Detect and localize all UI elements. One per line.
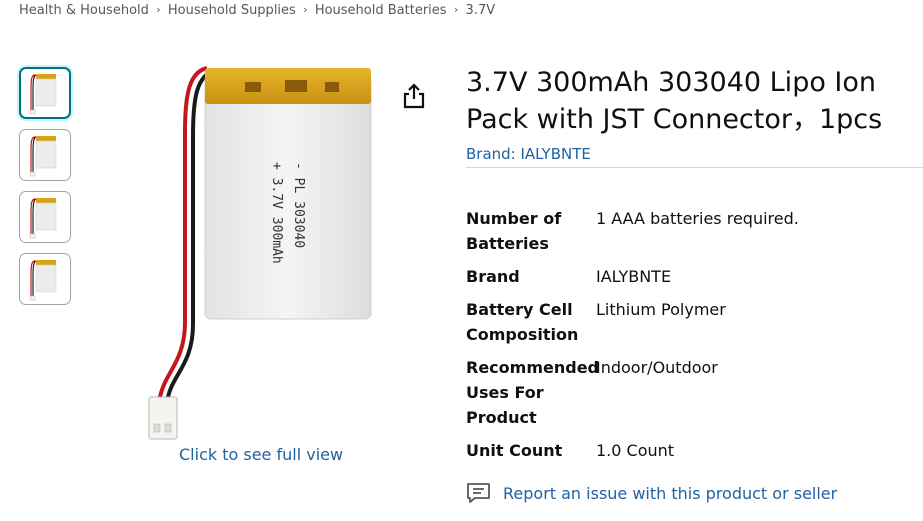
spec-value: Indoor/Outdoor — [596, 358, 718, 377]
red-wire — [158, 66, 208, 398]
battery-thumbnail-image — [29, 74, 57, 115]
thumbnail-2[interactable] — [19, 129, 71, 181]
spec-row-brand: Brand IALYBNTE — [466, 264, 906, 289]
battery-thumbnail-image — [29, 260, 57, 301]
spec-label: Unit Count — [466, 441, 563, 460]
brand-link[interactable]: Brand: IALYBNTE — [466, 145, 591, 163]
view-full-image-link[interactable]: Click to see full view — [179, 445, 343, 464]
main-product-image[interactable]: - PL 303040 + 3.7V 300mAh — [135, 62, 385, 445]
battery-thumbnail-image — [29, 136, 57, 177]
spec-label: Battery Cell Composition — [466, 300, 579, 344]
breadcrumb-item-3-7v[interactable]: 3.7V — [466, 3, 496, 18]
report-issue-link[interactable]: Report an issue with this product or sel… — [466, 481, 837, 505]
jst-connector — [148, 396, 178, 440]
thumbnail-4[interactable] — [19, 253, 71, 305]
spec-row-number-of-batteries: Number of Batteries 1 AAA batteries requ… — [466, 206, 906, 256]
spec-row-battery-cell-composition: Battery Cell Composition Lithium Polymer — [466, 297, 906, 347]
breadcrumb-item-household-batteries[interactable]: Household Batteries — [315, 3, 447, 18]
thumbnail-1[interactable] — [19, 67, 71, 119]
svg-text:- PL 303040: - PL 303040 — [291, 162, 306, 248]
divider — [466, 167, 923, 168]
thumbnail-3[interactable] — [19, 191, 71, 243]
product-title: 3.7V 300mAh 303040 Lipo Ion Pack with JS… — [466, 67, 883, 135]
breadcrumb-separator: › — [156, 3, 161, 16]
spec-value: 1.0 Count — [596, 441, 675, 460]
spec-value: Lithium Polymer — [596, 300, 726, 319]
spec-label: Brand — [466, 267, 520, 286]
battery-cell — [204, 73, 372, 320]
spec-value: IALYBNTE — [596, 267, 672, 286]
breadcrumb: Health & Household › Household Supplies … — [19, 3, 495, 18]
spec-label: Recommended Uses For Product — [466, 358, 599, 427]
svg-text:+ 3.7V 300mAh: + 3.7V 300mAh — [269, 162, 284, 264]
report-issue-label[interactable]: Report an issue with this product or sel… — [503, 484, 837, 503]
product-specs-table: Number of Batteries 1 AAA batteries requ… — [466, 206, 906, 471]
report-comment-icon — [467, 483, 490, 503]
spec-label: Number of Batteries — [466, 209, 562, 253]
spec-row-recommended-uses: Recommended Uses For Product Indoor/Outd… — [466, 355, 906, 430]
breadcrumb-separator: › — [303, 3, 308, 16]
share-icon[interactable] — [401, 82, 427, 110]
spec-row-unit-count: Unit Count 1.0 Count — [466, 438, 906, 463]
breadcrumb-item-health-household[interactable]: Health & Household — [19, 3, 149, 18]
spec-value: 1 AAA batteries required. — [596, 209, 799, 228]
thumbnail-list — [19, 67, 71, 315]
battery-thumbnail-image — [29, 198, 57, 239]
breadcrumb-separator: › — [453, 3, 459, 16]
breadcrumb-item-household-supplies[interactable]: Household Supplies — [168, 3, 296, 18]
